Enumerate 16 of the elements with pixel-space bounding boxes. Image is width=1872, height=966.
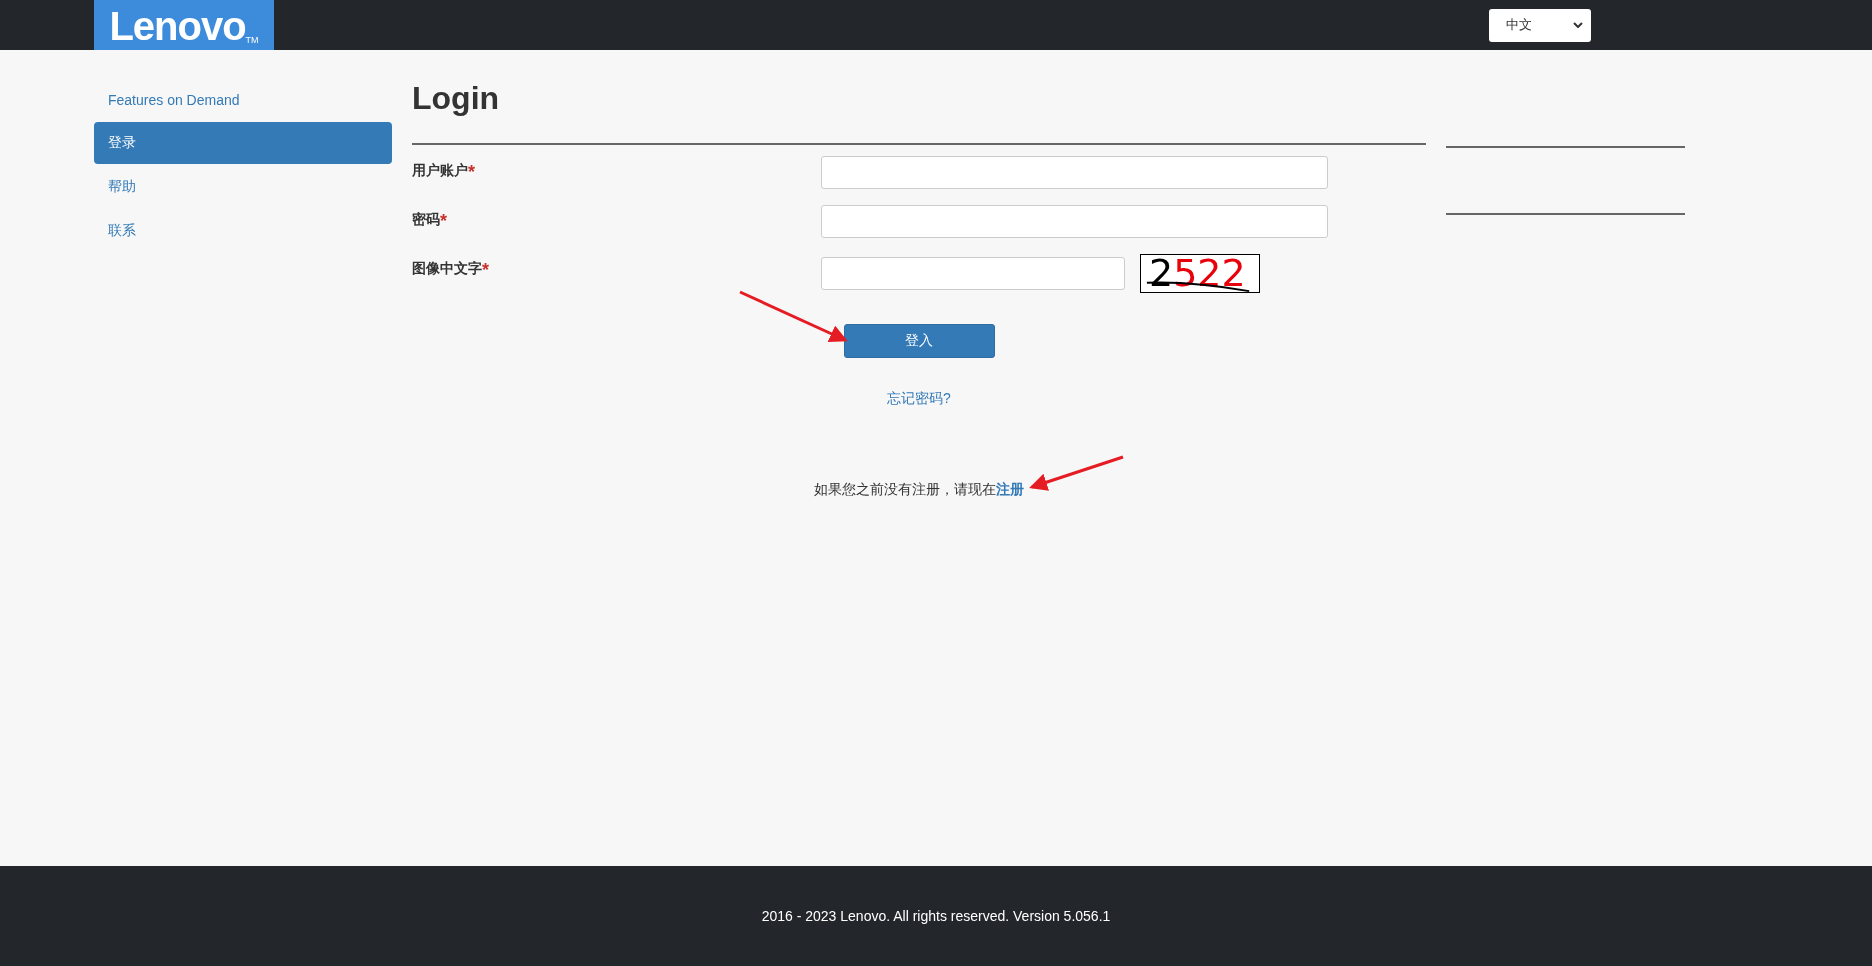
text-input[interactable] xyxy=(821,156,1328,189)
login-button[interactable]: 登入 xyxy=(843,324,995,358)
forgot-password-link[interactable]: 忘记密码? xyxy=(887,390,951,408)
language-select[interactable]: 中文 xyxy=(1489,8,1591,42)
copyright-text: 2016 - 2023 Lenovo. All rights reserved. Version 5.056.1 xyxy=(761,908,1111,924)
captcha-input[interactable] xyxy=(821,257,1125,290)
sidebar-item[interactable]: Features on Demand xyxy=(94,80,392,120)
password-input[interactable] xyxy=(821,205,1328,238)
sidebar-item[interactable]: 联系 xyxy=(94,210,392,252)
register-link[interactable]: 注册 xyxy=(996,481,1024,499)
lenovo-logo[interactable]: LenovoTM xyxy=(94,0,274,50)
page-title: Login xyxy=(412,80,501,117)
register-prompt: 如果您之前没有注册，请现在 xyxy=(814,481,996,499)
sidebar-item[interactable]: 帮助 xyxy=(94,166,392,208)
chevron-down-icon xyxy=(1573,22,1583,28)
sidebar-item[interactable]: 登录 xyxy=(94,122,392,164)
